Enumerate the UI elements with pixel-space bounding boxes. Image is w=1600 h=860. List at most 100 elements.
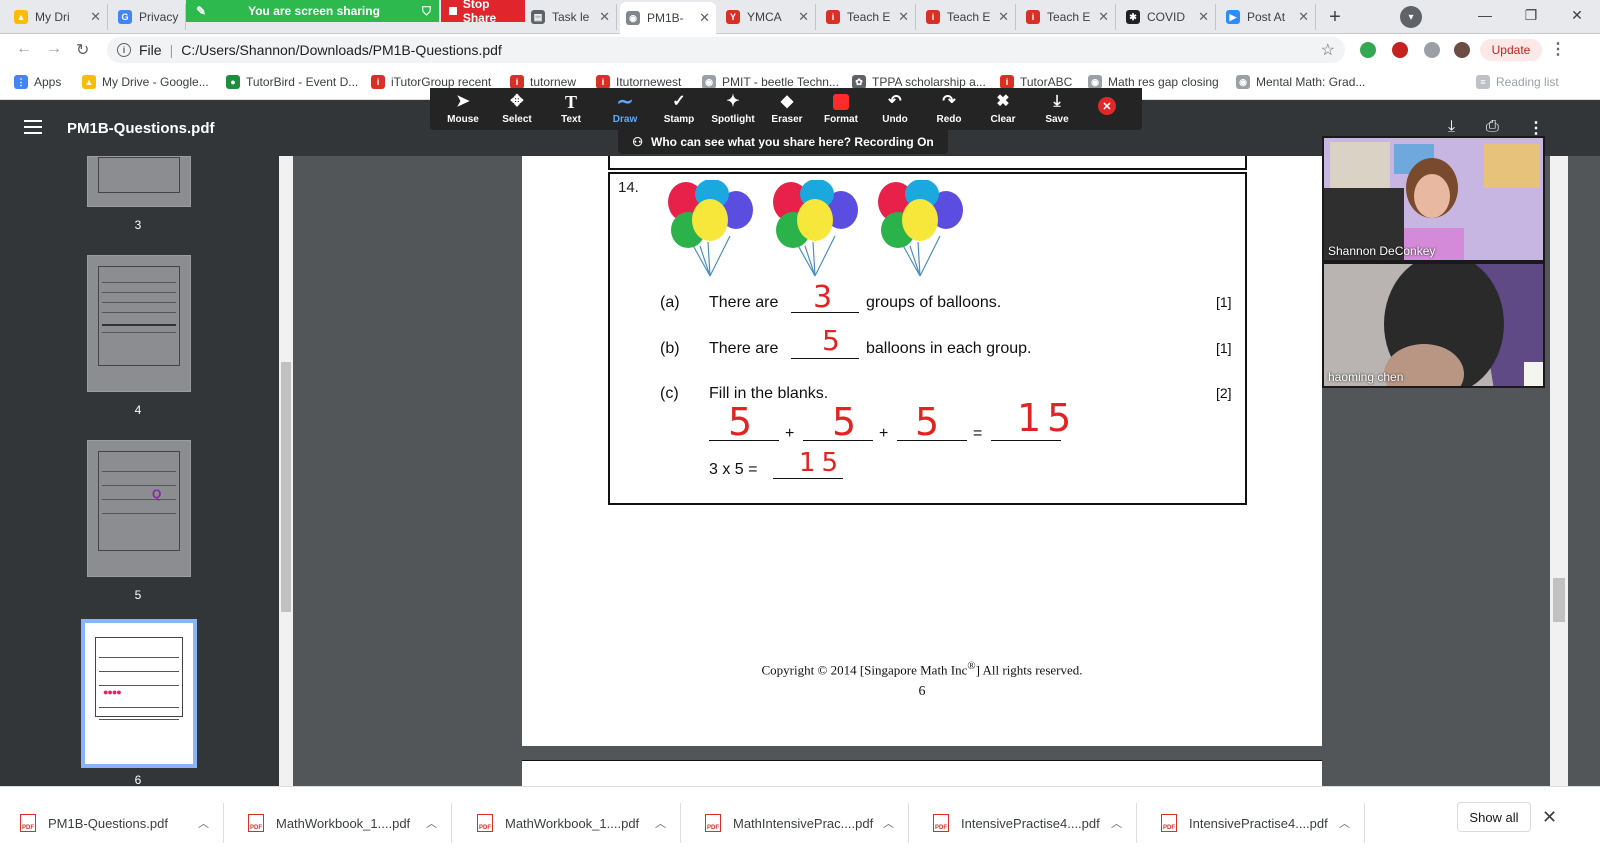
tool-redo[interactable]: ↷ Redo (922, 88, 976, 130)
browser-menu-icon[interactable]: ⋮ (1550, 39, 1566, 59)
close-annotation-icon[interactable]: ✕ (1098, 97, 1116, 115)
page-thumbnail-4[interactable] (87, 255, 191, 392)
tab[interactable]: i Teach E ✕ (920, 4, 1016, 30)
close-tab-icon[interactable]: ✕ (898, 9, 909, 25)
url-text: C:/Users/Shannon/Downloads/PM1B-Question… (181, 42, 502, 58)
tool-undo[interactable]: ↶ Undo (868, 88, 922, 130)
tool-clear[interactable]: ✖ Clear (976, 88, 1030, 130)
bookmark-star-icon[interactable]: ☆ (1321, 40, 1335, 60)
close-window-icon[interactable]: ✕ (1554, 0, 1600, 30)
addition-answer: 5 (915, 400, 940, 444)
bookmark-item[interactable]: ◉ PMIT - beetle Techn... (702, 75, 839, 89)
bookmark-item[interactable]: i iTutorGroup recent (371, 75, 491, 89)
video-tile-host[interactable]: Shannon DeConkey (1322, 136, 1545, 262)
info-icon[interactable]: i (117, 43, 131, 57)
hamburger-menu-icon[interactable] (24, 120, 42, 134)
download-item[interactable]: PDF IntensivePractise4....pdf ︿ (913, 803, 1137, 843)
close-tab-icon[interactable]: ✕ (599, 9, 610, 25)
bookmark-item[interactable]: ▲ My Drive - Google... (82, 75, 209, 89)
extension-icon[interactable] (1360, 42, 1376, 58)
download-icon[interactable]: ⤓ (1448, 118, 1455, 136)
bookmark-item[interactable]: ◉ Mental Math: Grad... (1236, 75, 1365, 89)
document-scrollbar[interactable] (1550, 156, 1568, 786)
tab[interactable]: ▶ Post At ✕ (1220, 4, 1316, 30)
more-options-icon[interactable]: ⋮ (1528, 118, 1544, 138)
tool-mouse[interactable]: ➤ Mouse (436, 88, 490, 130)
page-thumbnail-3[interactable] (87, 156, 191, 207)
recording-notice[interactable]: ⚇ Who can see what you share here? Recor… (618, 130, 948, 154)
bookmark-item[interactable]: ✿ TPPA scholarship a... (852, 75, 986, 89)
stop-share-button[interactable]: Stop Share (441, 0, 525, 25)
tab-search-icon[interactable]: ▾ (1400, 6, 1422, 28)
move-icon: ✥ (510, 93, 524, 110)
tab[interactable]: Y YMCA ✕ (720, 4, 816, 30)
tab[interactable]: G Privacy (112, 4, 186, 30)
sidebar-scrollbar[interactable] (279, 156, 293, 786)
tool-text[interactable]: T Text (544, 88, 598, 130)
part-a-text-before: There are (709, 294, 779, 311)
close-tab-icon[interactable]: ✕ (798, 9, 809, 25)
tool-save[interactable]: ⤓ Save (1030, 88, 1084, 130)
close-shelf-icon[interactable]: ✕ (1542, 807, 1557, 828)
chevron-up-icon[interactable]: ︿ (426, 815, 437, 831)
bookmark-item[interactable]: i tutornew (510, 75, 576, 89)
reload-icon[interactable]: ↻ (76, 40, 89, 60)
chevron-up-icon[interactable]: ︿ (1111, 815, 1122, 831)
ublock-icon[interactable] (1392, 42, 1408, 58)
tool-eraser[interactable]: ◆ Eraser (760, 88, 814, 130)
tool-format[interactable]: Format (814, 88, 868, 130)
tool-spotlight[interactable]: ✦ Spotlight (706, 88, 760, 130)
download-item[interactable]: PDF MathWorkbook_1....pdf ︿ (457, 803, 681, 843)
close-tab-icon[interactable]: ✕ (1098, 9, 1109, 25)
page-thumbnail-5[interactable]: Q (87, 440, 191, 577)
pdf-file-icon: PDF (1161, 814, 1177, 832)
bookmark-item[interactable]: ◉ Math res gap closing (1088, 75, 1219, 89)
download-item[interactable]: PDF PM1B-Questions.pdf ︿ (0, 803, 224, 843)
download-item[interactable]: PDF MathWorkbook_1....pdf ︿ (228, 803, 452, 843)
print-icon[interactable]: ⎙ (1486, 118, 1499, 136)
copyright-notice: Copyright © 2014 [Singapore Math Inc®] A… (761, 660, 1083, 678)
close-tab-icon[interactable]: ✕ (1198, 9, 1209, 25)
tool-select[interactable]: ✥ Select (490, 88, 544, 130)
restore-icon[interactable]: ❐ (1508, 0, 1554, 30)
close-tab-icon[interactable]: ✕ (90, 9, 101, 25)
profile-avatar[interactable] (1454, 42, 1470, 58)
tab-active-pdf[interactable]: ◉ PM1B- ✕ (620, 2, 716, 34)
forward-icon[interactable]: → (46, 40, 62, 58)
chevron-up-icon[interactable]: ︿ (1339, 815, 1350, 831)
tool-draw[interactable]: ∼ Draw (598, 88, 652, 130)
part-a-letter: (a) (660, 294, 680, 311)
reading-list[interactable]: ≡ Reading list (1476, 75, 1559, 89)
close-tab-icon[interactable]: ✕ (1298, 9, 1309, 25)
back-icon[interactable]: ← (16, 40, 32, 58)
document-scroll-thumb[interactable] (1553, 578, 1565, 622)
close-tab-icon[interactable]: ✕ (699, 10, 710, 26)
tab[interactable]: i Teach E ✕ (1020, 4, 1116, 30)
tool-stamp[interactable]: ✓ Stamp (652, 88, 706, 130)
bookmark-apps[interactable]: ⋮ Apps (14, 75, 61, 89)
bookmark-item[interactable]: i Itutornewest (596, 75, 681, 89)
bookmark-item[interactable]: ● TutorBird - Event D... (226, 75, 358, 89)
part-c-letter: (c) (660, 385, 679, 402)
sidebar-scroll-thumb[interactable] (281, 362, 291, 612)
close-tab-icon[interactable]: ✕ (998, 9, 1009, 25)
show-all-downloads-button[interactable]: Show all (1457, 802, 1531, 832)
tab[interactable]: i Teach E ✕ (820, 4, 916, 30)
address-bar[interactable]: i File | C:/Users/Shannon/Downloads/PM1B… (107, 37, 1345, 63)
balloons-illustration (668, 180, 963, 277)
bookmark-item[interactable]: i TutorABC (1000, 75, 1072, 89)
new-tab-button[interactable]: + (1322, 5, 1348, 29)
chevron-up-icon[interactable]: ︿ (883, 815, 894, 831)
page-thumbnail-6-selected[interactable]: ●●●● (81, 619, 197, 768)
download-item[interactable]: PDF MathIntensivePrac....pdf ︿ (685, 803, 909, 843)
chevron-up-icon[interactable]: ︿ (198, 815, 209, 831)
chevron-up-icon[interactable]: ︿ (655, 815, 666, 831)
update-button[interactable]: Update (1480, 39, 1542, 61)
video-tile-student[interactable]: haoming chen (1322, 262, 1545, 388)
download-item[interactable]: PDF IntensivePractise4....pdf ︿ (1141, 803, 1365, 843)
minimize-icon[interactable]: — (1462, 0, 1508, 30)
tab[interactable]: ✱ COVID ✕ (1120, 4, 1216, 30)
puzzle-icon[interactable] (1424, 42, 1440, 58)
tab[interactable]: ▲ My Dri ✕ (8, 4, 108, 30)
tab[interactable]: ▤ Task le ✕ (525, 4, 617, 30)
